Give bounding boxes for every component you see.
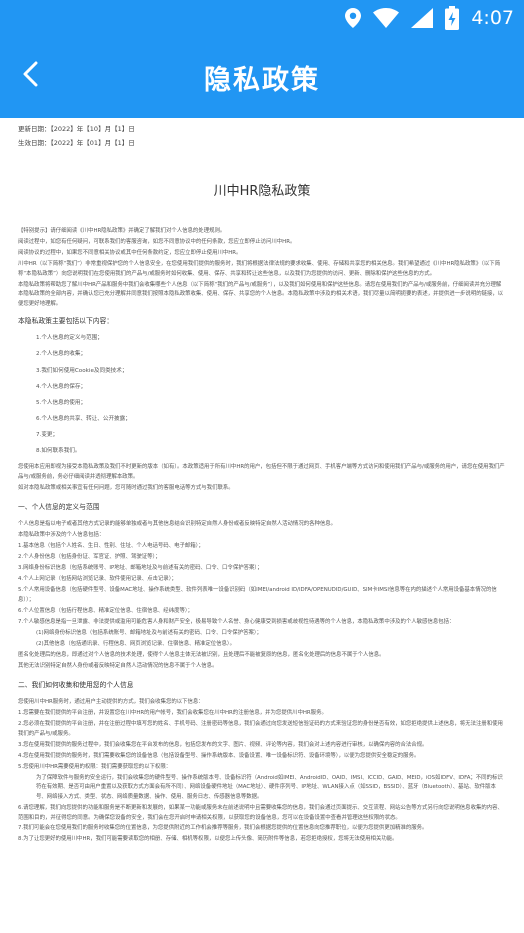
paragraph: 2.个人身份信息（包括身份证、军官证、护照、驾驶证等）； [18,554,161,561]
location-icon [345,8,362,28]
toc-item: 4.个人信息的保存； [36,383,87,390]
paragraph: 5.个人常用设备信息（包括硬件型号、设备MAC地址、操作系统类型、软件列表唯一设… [18,587,497,603]
intro-section: 【特别提示】请仔细阅读《川中HR隐私政策》并确定了解我们对个人信息的处理规则。 … [18,227,506,309]
app-bar: 隐私政策 [0,36,524,118]
paragraph: 1.基本信息（包括个人姓名、生日、性别、住址、个人电话号码、电子邮箱）； [18,543,204,550]
paragraph: 为了保障软件与服务的安全运行，我们会收集您的硬件型号、操作系统版本号、设备标识符… [36,774,503,800]
paragraph: 您使用本应用即视为接受本隐私政策及我们不时更新的版本（如有）。本政策适用于所有川… [18,464,505,480]
paragraph: 4.个人上网记录（包括网站浏览记录、软件使用记录、点击记录）； [18,576,177,583]
paragraph: 7.我们可能会在您使用我们的服务时收集您的位置信息，为您提供附近的工作机会推荐等… [18,825,428,832]
paragraph: 【特别提示】请仔细阅读《川中HR隐私政策》并确定了解我们对个人信息的处理规则。 [18,228,226,234]
signal-icon [411,8,434,28]
paragraph: 本隐私政策中涉及的个人信息包括： [18,532,105,539]
toc-item: 3.我们如何使用Cookie及同类技术； [36,367,128,374]
updated-date: 更新日期：【2022】年【10】月【1】日 [18,125,135,133]
toc-item: 2.个人信息的收集； [36,351,87,358]
paragraph: (2)其他信息（包括通讯录、行程信息、网页浏览记录、住宿信息、精准定位信息）。 [36,640,235,647]
paragraph: 8.为了让您更好的使用川中HR，我们可能需要读取您的相册、存储、相机等权限，以便… [18,836,398,843]
paragraph: 个人信息是指以电子或者其他方式记录的能够单独或者与其他信息结合识别特定自然人身份… [18,521,337,528]
policy-content[interactable]: 更新日期：【2022】年【10】月【1】日 生效日期：【2022】年【01】月【… [0,118,524,933]
toc-item: 5.个人信息的使用； [36,399,87,406]
paragraph: 4.您在使用我们提供的服务时，我们需要收集您的设备信息（包括设备型号、操作系统版… [18,752,420,759]
toc-item: 8.如何联系我们。 [36,447,81,454]
page-title: 隐私政策 [204,65,320,96]
paragraph: (1)网络身份标识信息（包括系统账号、邮箱地址及与前述有关的密码、口令、口令保护… [36,629,262,636]
section-heading: 二、我们如何收集和使用您的个人信息 [18,681,134,690]
status-time: 4:07 [471,7,514,29]
paragraph: 7.个人敏感信息是指一旦泄露、非法提供或滥用可能危害人身和财产安全，极易导致个人… [18,618,455,625]
paragraph: 2.您必须在我们提供的平台注册，并在注册过程中填写您的姓名、手机号码、注册密码等… [18,721,503,737]
paragraph: 其他无法识别特定自然人身份或者反映特定自然人活动情况的信息不属于个人信息。 [18,662,218,669]
paragraph: 阅读过程中，如您有任何疑问，可联系我们的客服咨询，如您不同意协议中的任何条款，您… [18,238,296,245]
toc-item: 7.变更； [36,431,59,438]
status-bar: 4:07 [0,0,524,36]
paragraph: 如对本隐私政策或相关事宜有任何问题，您可随时通过我们的客服电话等方式与我们联系。 [18,484,234,491]
toc-list: 1.个人信息的定义与范围； 2.个人信息的收集； 3.我们如何使用Cookie及… [18,334,506,456]
paragraph: 3.网络身份标识信息（包括系统账号、IP地址、邮箱地址及与前述有关的密码、口令、… [18,565,263,572]
section-heading: 一、个人信息的定义与范围 [18,503,100,512]
paragraph: 匿名化处理后的信息，即通过对个人信息的技术处理，使得个人信息主体无法被识别，且处… [18,651,385,658]
effective-date: 生效日期：【2022】年【01】月【1】日 [18,139,135,147]
document-title: 川中HR隐私政策 [213,184,311,199]
paragraph: 6.个人位置信息（包括行程信息、精准定位信息、住宿信息、经纬度等）； [18,607,193,614]
wifi-icon [373,8,400,28]
status-icons: 4:07 [345,4,514,32]
paragraph: 6.请您理解，我们向您提供的功能和服务是不断更新和发展的，如果某一功能或服务未在… [18,804,503,821]
paragraph: 您使用川中HR服务时，通过用户主动提供的方式，我们会收集您的以下信息： [18,699,204,706]
toc-heading: 本隐私政策主要包括以下内容： [18,317,114,326]
toc-item: 6.个人信息的共享、转让、公开披露； [36,415,131,422]
paragraph: 1.您需要在我们提供的平台注册，并设置您在川中HR的用户帐号，我们会收集您在川中… [18,710,327,717]
paragraph: 川中HR（以下简称“我们”）非常重视保护您的个人信息安全，在您使用我们提供的服务… [18,260,501,277]
paragraph: 阅读协议的过程中，如果您不同意相关协议或其中任何条款约定，您应立即停止使用川中H… [18,249,242,256]
battery-charging-icon [445,6,460,30]
paragraph: 3.您在使用我们提供的服务过程中，我们会收集您在平台发布的信息，包括您发布的文字… [18,741,428,748]
paragraph: 5.您使用川中HR需要使用的权限：我们需要获取您的以下权限： [18,763,172,770]
toc-item: 1.个人信息的定义与范围； [36,335,103,342]
paragraph: 本隐私政策将帮助您了解川中HR产品和服务中我们会收集哪些个人信息（以下简称“我们… [18,281,504,307]
